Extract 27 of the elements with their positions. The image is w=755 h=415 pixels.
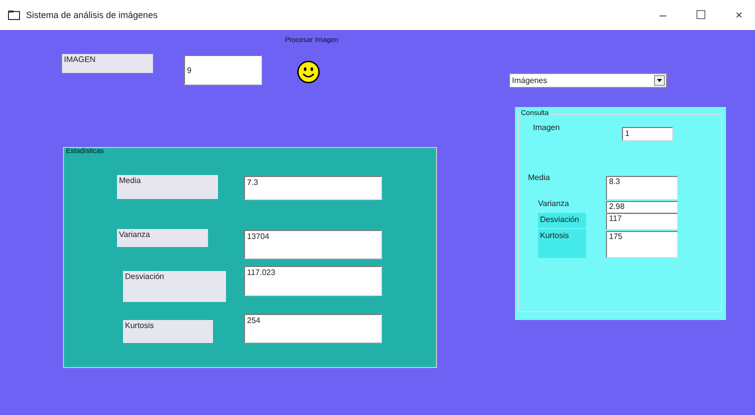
stat-label: Varianza: [117, 229, 208, 247]
stat-field[interactable]: 2.98: [606, 201, 678, 213]
stat-field[interactable]: 13704: [244, 230, 382, 259]
image-label: Imagen: [533, 123, 560, 132]
stat-field[interactable]: 117: [606, 213, 678, 230]
stat-label: Media: [528, 173, 551, 184]
stat-label: Kurtosis: [123, 320, 213, 343]
stat-field[interactable]: 7.3: [244, 176, 382, 200]
window-title: Sistema de análisis de imágenes: [26, 10, 159, 20]
stat-label: Varianza: [538, 199, 570, 210]
minimize-button[interactable]: –: [647, 8, 679, 22]
image-field[interactable]: 1: [622, 127, 673, 141]
stat-field[interactable]: 254: [244, 314, 382, 343]
stat-field[interactable]: 117.023: [244, 266, 382, 296]
app-icon: [8, 10, 20, 20]
image-dropdown[interactable]: Imágenes: [509, 73, 667, 88]
smiley-icon: [297, 60, 320, 84]
stat-label: Media: [117, 175, 218, 199]
close-button[interactable]: ×: [723, 8, 755, 22]
image-field[interactable]: 9: [184, 55, 262, 85]
stat-label: Desviación: [538, 213, 586, 228]
maximize-button[interactable]: ☐: [685, 8, 717, 22]
image-label: IMAGEN: [62, 54, 153, 73]
stat-label: Desviación: [123, 271, 226, 302]
stat-field[interactable]: 8.3: [606, 176, 678, 200]
stat-field[interactable]: 175: [606, 231, 678, 258]
stat-label: Kurtosis: [538, 229, 586, 258]
